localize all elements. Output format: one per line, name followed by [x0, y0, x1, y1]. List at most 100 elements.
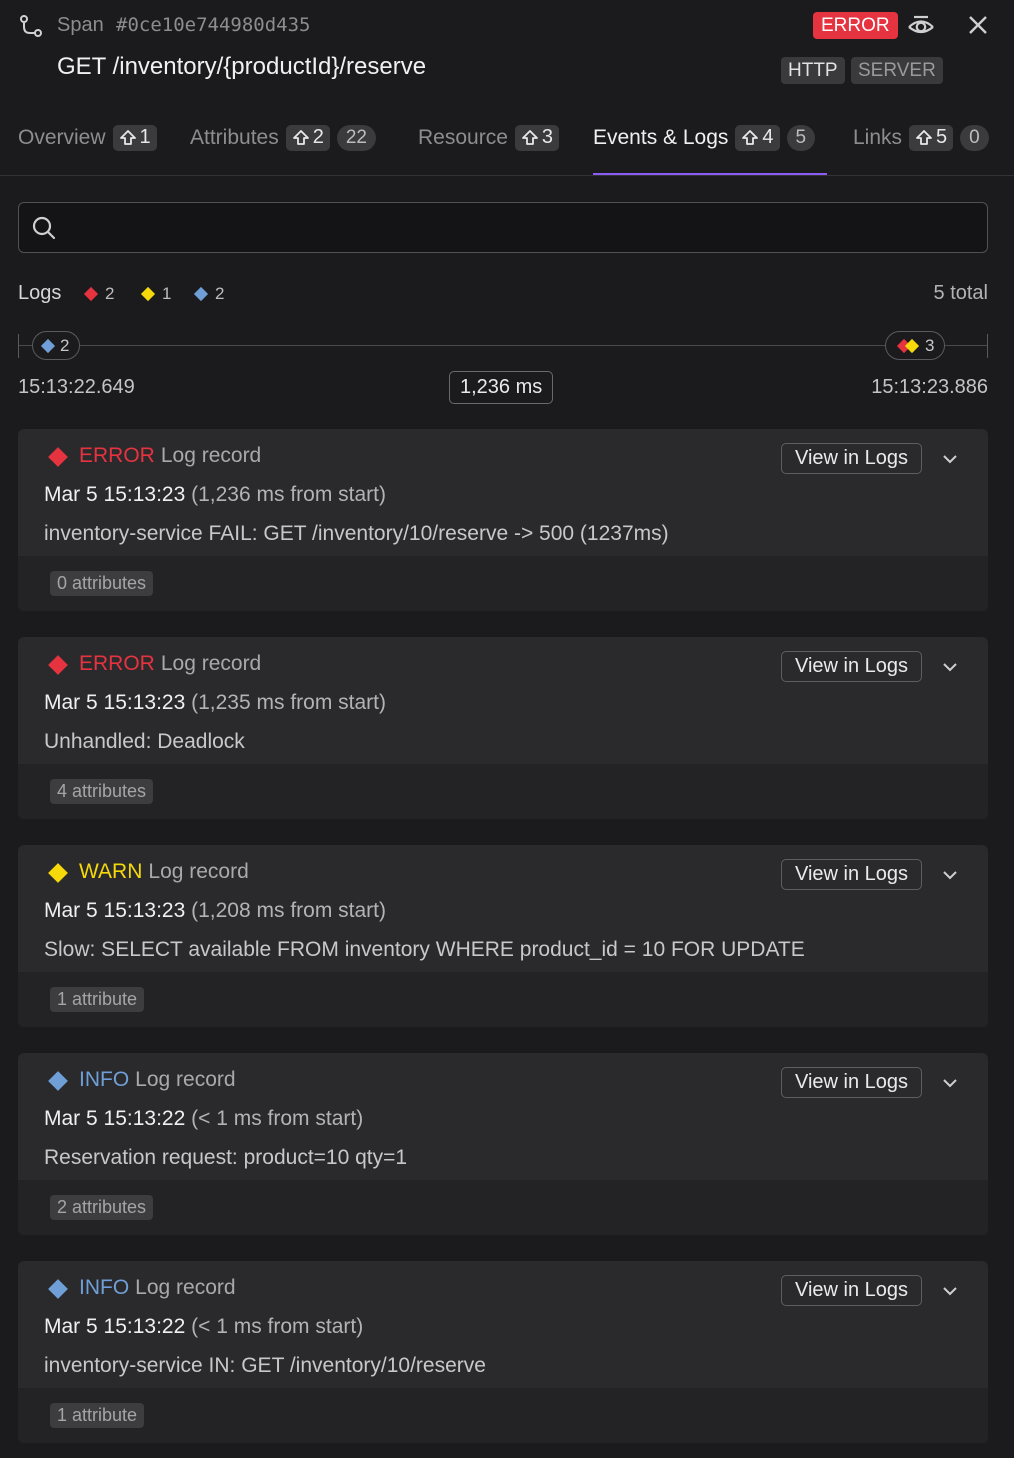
- warn-diamond-icon: [140, 286, 156, 302]
- log-timestamp: Mar 5 15:13:23 (1,235 ms from start): [44, 691, 386, 714]
- error-count: 2: [83, 284, 114, 304]
- shift-key-icon: [742, 129, 759, 145]
- log-relative-time: (1,208 ms from start): [191, 899, 386, 922]
- log-relative-time: (< 1 ms from start): [191, 1107, 364, 1130]
- tab-overview[interactable]: Overview 1: [18, 100, 157, 175]
- tab-count: 0: [960, 124, 989, 151]
- attributes-count[interactable]: 1 attribute: [50, 1403, 145, 1428]
- log-message: Reservation request: product=10 qty=1: [44, 1146, 408, 1169]
- span-header: Span #0ce10e744980d435 ERROR GET /invent…: [0, 0, 1014, 100]
- tab-label: Overview: [18, 125, 106, 149]
- view-in-logs-button[interactable]: View in Logs: [781, 651, 923, 682]
- log-record-heading: WARN Log record: [79, 860, 249, 884]
- timeline-marker-end[interactable]: 3: [885, 331, 946, 360]
- log-record-card: WARN Log record Mar 5 15:13:23 (1,208 ms …: [18, 845, 988, 1027]
- log-message: inventory-service IN: GET /inventory/10/…: [44, 1354, 486, 1377]
- attributes-count[interactable]: 0 attributes: [50, 571, 154, 596]
- attributes-count[interactable]: 1 attribute: [50, 987, 145, 1012]
- attributes-count[interactable]: 4 attributes: [50, 779, 154, 804]
- view-in-logs-button[interactable]: View in Logs: [781, 443, 923, 474]
- span-title: GET /inventory/{productId}/reserve: [57, 53, 427, 80]
- log-level: INFO: [79, 1068, 130, 1091]
- log-record-card: ERROR Log record Mar 5 15:13:23 (1,236 ms…: [18, 429, 988, 611]
- shift-key-icon: [119, 129, 136, 145]
- timeline-end-time: 15:13:23.886: [871, 376, 988, 398]
- shortcut-key: 3: [514, 124, 560, 151]
- tab-attributes[interactable]: Attributes 2 22: [190, 100, 376, 175]
- log-record-heading: ERROR Log record: [79, 444, 261, 468]
- tab-label: Links: [853, 125, 903, 149]
- timeline-marker-start[interactable]: 2: [32, 331, 81, 360]
- timeline-end-tick: [987, 334, 988, 358]
- info-count: 2: [193, 284, 224, 304]
- info-diamond-icon: [48, 1071, 68, 1091]
- search-box: [18, 202, 988, 253]
- chevron-down-icon[interactable]: [938, 863, 962, 887]
- log-timestamp: Mar 5 15:13:22 (< 1 ms from start): [44, 1107, 364, 1130]
- log-record-footer: 0 attributes: [18, 556, 988, 611]
- tab-label: Attributes: [190, 125, 279, 149]
- log-level: ERROR: [79, 652, 155, 675]
- shortcut-key: 5: [909, 124, 954, 151]
- shift-key-icon: [916, 129, 932, 145]
- tag-server: SERVER: [851, 57, 943, 84]
- logs-total: 5 total: [933, 282, 988, 304]
- log-level: ERROR: [79, 444, 155, 467]
- view-in-logs-button[interactable]: View in Logs: [781, 1067, 923, 1098]
- shortcut-key: 1: [112, 124, 157, 151]
- log-message: Unhandled: Deadlock: [44, 730, 245, 753]
- log-timestamp: Mar 5 15:13:22 (< 1 ms from start): [44, 1315, 364, 1338]
- info-diamond-icon: [193, 286, 209, 302]
- info-diamond-icon: [40, 338, 56, 353]
- tab-label: Resource: [418, 125, 508, 149]
- chevron-down-icon[interactable]: [938, 655, 962, 679]
- log-kind: Log record: [160, 652, 262, 675]
- log-record-footer: 1 attribute: [18, 972, 988, 1027]
- error-diamond-icon: [48, 655, 68, 675]
- log-record-heading: INFO Log record: [79, 1068, 236, 1092]
- view-in-logs-button[interactable]: View in Logs: [781, 1275, 923, 1306]
- search-input[interactable]: [69, 203, 969, 252]
- log-kind: Log record: [160, 444, 262, 467]
- mixed-diamond-icon: [896, 338, 920, 353]
- tab-links[interactable]: Links 5 0: [853, 100, 989, 175]
- route-icon: [20, 15, 42, 37]
- error-diamond-icon: [83, 286, 99, 302]
- view-in-logs-button[interactable]: View in Logs: [781, 859, 923, 890]
- close-icon[interactable]: [964, 11, 992, 39]
- tab-events-logs[interactable]: Events & Logs 4 5: [593, 100, 827, 175]
- timeline-start-time: 15:13:22.649: [18, 376, 135, 398]
- status-badge: ERROR: [813, 12, 898, 39]
- shift-key-icon: [292, 129, 309, 145]
- log-record-heading: ERROR Log record: [79, 652, 261, 676]
- tab-bar: Overview 1 Attributes 2 22 Resource 3 Ev…: [0, 100, 1014, 176]
- log-relative-time: (1,236 ms from start): [191, 483, 386, 506]
- chevron-down-icon[interactable]: [938, 447, 962, 471]
- shift-key-icon: [521, 129, 538, 145]
- warn-count: 1: [140, 284, 171, 304]
- info-diamond-icon: [48, 1279, 68, 1299]
- log-record-footer: 1 attribute: [18, 1388, 988, 1443]
- span-id: #0ce10e744980d435: [116, 14, 311, 36]
- chevron-down-icon[interactable]: [938, 1279, 962, 1303]
- log-relative-time: (1,235 ms from start): [191, 691, 386, 714]
- log-record-heading: INFO Log record: [79, 1276, 236, 1300]
- log-record-footer: 2 attributes: [18, 1180, 988, 1235]
- log-message: inventory-service FAIL: GET /inventory/1…: [44, 522, 669, 545]
- chevron-down-icon[interactable]: [938, 1071, 962, 1095]
- timeline-start-tick: [18, 334, 19, 358]
- log-kind: Log record: [135, 1068, 236, 1091]
- log-timestamp: Mar 5 15:13:23 (1,236 ms from start): [44, 483, 386, 506]
- log-message: Slow: SELECT available FROM inventory WH…: [44, 938, 805, 961]
- log-record-footer: 4 attributes: [18, 764, 988, 819]
- eye-icon[interactable]: [905, 10, 937, 42]
- error-diamond-icon: [48, 447, 68, 467]
- log-level: INFO: [79, 1276, 130, 1299]
- tab-resource[interactable]: Resource 3: [418, 100, 560, 175]
- log-kind: Log record: [135, 1276, 236, 1299]
- log-level: WARN: [79, 860, 143, 883]
- attributes-count[interactable]: 2 attributes: [50, 1195, 154, 1220]
- log-record-card: INFO Log record Mar 5 15:13:22 (< 1 ms fr…: [18, 1261, 988, 1443]
- log-record-card: INFO Log record Mar 5 15:13:22 (< 1 ms fr…: [18, 1053, 988, 1235]
- search-icon: [32, 216, 56, 240]
